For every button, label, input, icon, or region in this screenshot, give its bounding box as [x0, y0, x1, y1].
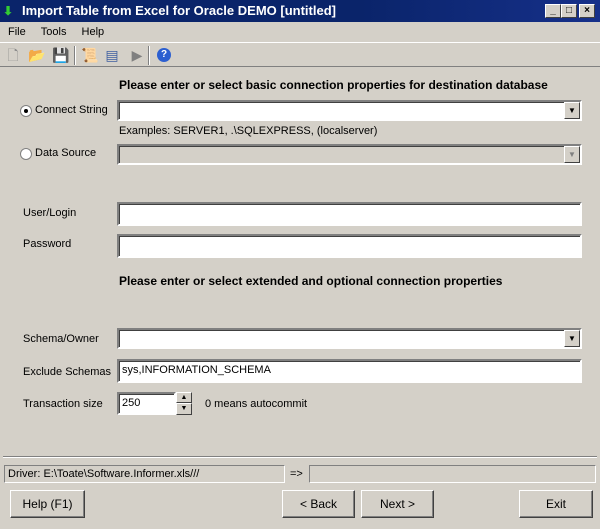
title-bar: ⬇ Import Table from Excel for Oracle DEM…: [0, 0, 600, 22]
exit-button[interactable]: Exit: [519, 490, 593, 518]
status-target: [309, 465, 596, 483]
connect-string-radio[interactable]: [20, 105, 32, 117]
exclude-schemas-label: Exclude Schemas: [23, 366, 112, 378]
menu-bar: File Tools Help: [0, 22, 600, 42]
data-source-radio[interactable]: [20, 148, 32, 160]
transaction-size-input[interactable]: 250: [117, 392, 176, 415]
data-source-label: Data Source: [35, 147, 97, 159]
save-icon[interactable]: 💾: [52, 47, 69, 63]
schema-label: Schema/Owner: [23, 333, 99, 345]
properties-icon[interactable]: ▤: [104, 47, 120, 63]
spin-down-button[interactable]: ▼: [176, 403, 192, 415]
script-icon[interactable]: 📜: [81, 47, 98, 63]
help-button[interactable]: Help (F1): [10, 490, 85, 518]
password-label: Password: [23, 238, 72, 250]
connect-string-combo[interactable]: ▼: [117, 100, 582, 121]
maximize-button[interactable]: □: [561, 4, 577, 18]
schema-combo[interactable]: ▼: [117, 328, 582, 349]
open-icon[interactable]: 📂: [28, 47, 45, 63]
minimize-button[interactable]: _: [545, 4, 561, 18]
exclude-schemas-input[interactable]: sys,INFORMATION_SCHEMA: [117, 359, 582, 383]
transaction-size-label: Transaction size: [23, 398, 103, 410]
transaction-hint: 0 means autocommit: [205, 398, 308, 410]
chevron-down-icon[interactable]: ▼: [564, 330, 580, 347]
user-label: User/Login: [23, 207, 77, 219]
help-icon[interactable]: ?: [157, 48, 171, 62]
user-input[interactable]: [117, 202, 582, 226]
connect-string-examples: Examples: SERVER1, .\SQLEXPRESS, (locals…: [119, 125, 378, 137]
section-heading-extended: Please enter or select extended and opti…: [119, 274, 503, 288]
menu-file[interactable]: File: [8, 26, 26, 38]
password-input[interactable]: [117, 234, 582, 258]
status-arrow: =>: [290, 468, 303, 480]
app-icon: ⬇: [3, 4, 14, 18]
spin-up-button[interactable]: ▲: [176, 392, 192, 403]
window-title: Import Table from Excel for Oracle DEMO …: [22, 3, 336, 18]
status-driver: Driver: E:\Toate\Software.Informer.xls//…: [4, 465, 285, 483]
run-icon[interactable]: ▶: [129, 47, 145, 63]
toolbar-separator: [74, 46, 76, 65]
menu-tools[interactable]: Tools: [41, 26, 67, 38]
connect-string-label: Connect String: [35, 104, 108, 116]
divider: [3, 456, 597, 458]
next-button[interactable]: Next >: [361, 490, 434, 518]
close-button[interactable]: ×: [579, 4, 595, 18]
menu-help[interactable]: Help: [82, 26, 105, 38]
back-button[interactable]: < Back: [282, 490, 355, 518]
new-icon[interactable]: 🗋: [5, 47, 21, 63]
toolbar: 🗋 📂 💾 📜 ▤ ▶ ?: [0, 42, 600, 67]
chevron-down-icon[interactable]: ▼: [564, 102, 580, 119]
toolbar-separator: [148, 46, 150, 65]
data-source-combo[interactable]: ▼: [117, 144, 582, 165]
section-heading-basic: Please enter or select basic connection …: [119, 78, 548, 92]
chevron-down-icon[interactable]: ▼: [564, 146, 580, 163]
